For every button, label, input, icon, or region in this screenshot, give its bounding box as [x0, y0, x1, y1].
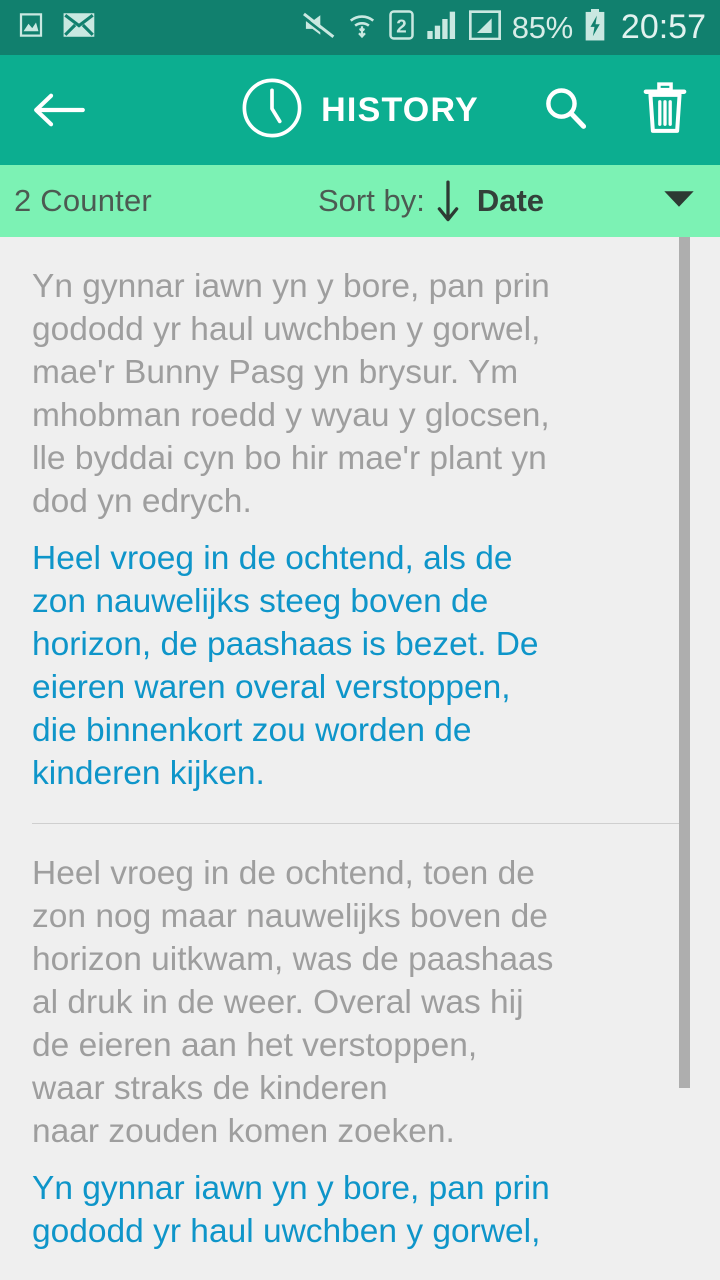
sort-control[interactable]: Sort by: Date: [318, 165, 544, 237]
sort-value-label: Date: [476, 183, 545, 218]
signal-icon: [426, 10, 458, 45]
mute-icon: [302, 10, 336, 45]
translated-text: Heel vroeg in de ochtend, als de zon nau…: [32, 540, 539, 792]
source-text: Yn gynnar iawn yn y bore, pan prin godod…: [32, 268, 550, 520]
status-bar-right-icons: 2 85% 20:57: [302, 8, 706, 47]
arrow-down-icon[interactable]: [425, 179, 471, 223]
signal-alt-icon: [468, 10, 501, 45]
delete-button[interactable]: [636, 81, 694, 139]
sort-by-label: Sort by:: [318, 183, 425, 218]
app-bar-actions: [536, 81, 694, 139]
clock-label: 20:57: [620, 8, 706, 46]
search-icon: [542, 85, 588, 136]
chevron-down-icon[interactable]: [662, 188, 702, 215]
envelope-icon: [62, 10, 96, 45]
list-item[interactable]: Yn gynnar iawn yn y bore, pan prin godod…: [0, 237, 720, 795]
counter-label: 2 Counter: [14, 183, 152, 218]
app-bar: HISTORY: [0, 55, 720, 165]
source-text: Heel vroeg in de ochtend, toen de zon no…: [32, 855, 554, 1150]
sort-bar[interactable]: 2 Counter Sort by: Date: [0, 165, 720, 237]
trash-icon: [642, 81, 688, 139]
screen: 2 85% 20:57 HISTORY 2 Counter Sort by: D…: [0, 0, 720, 1280]
image-icon: [16, 10, 46, 45]
search-button[interactable]: [536, 81, 594, 139]
sim2-icon: 2: [388, 10, 415, 45]
status-bar-left-icons: [16, 10, 96, 45]
page-title: HISTORY: [321, 90, 479, 129]
clock-icon: [241, 77, 303, 144]
list-item[interactable]: Heel vroeg in de ochtend, toen de zon no…: [0, 824, 720, 1253]
translated-text: Yn gynnar iawn yn y bore, pan prin godod…: [32, 1170, 550, 1250]
status-bar: 2 85% 20:57: [0, 0, 720, 55]
battery-charging-icon: [584, 9, 606, 46]
vertical-scrollbar[interactable]: [679, 237, 690, 1088]
back-button[interactable]: [28, 79, 90, 141]
wifi-icon: [347, 10, 377, 45]
history-list[interactable]: Yn gynnar iawn yn y bore, pan prin godod…: [0, 237, 720, 1280]
battery-percent-label: 85%: [511, 9, 573, 45]
svg-text:2: 2: [396, 16, 406, 37]
